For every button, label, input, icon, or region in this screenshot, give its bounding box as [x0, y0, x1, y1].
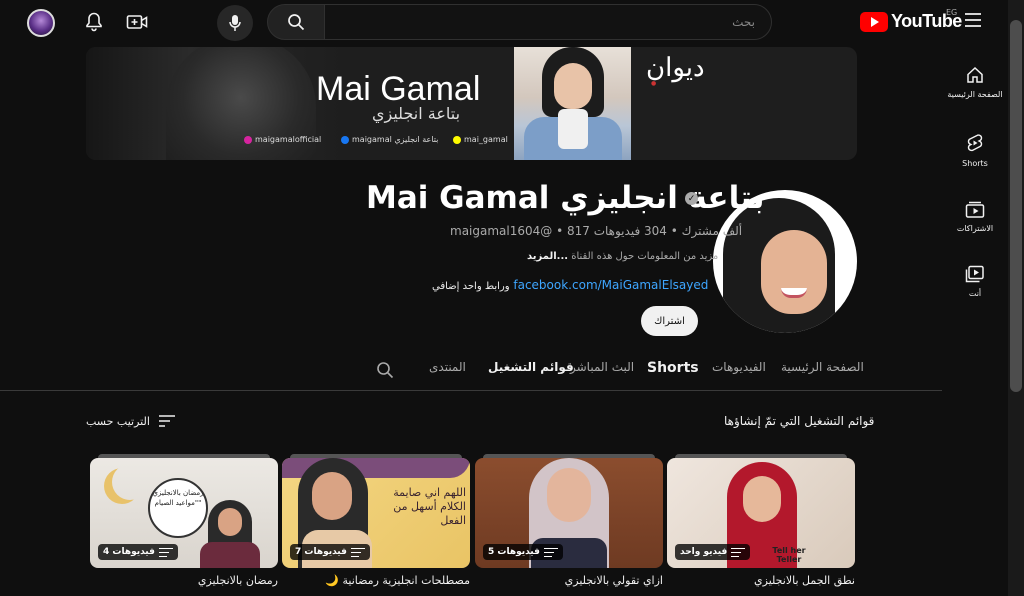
sidebar-item-label: الاشتراكات	[956, 224, 994, 233]
playlist-count-badge: 5 فيديوهات	[483, 544, 563, 560]
channel-description[interactable]: مزيد من المعلومات حول هذه القناة ...المز…	[527, 251, 718, 262]
sort-icon	[158, 415, 175, 427]
tab-home[interactable]: الصفحة الرئيسية	[781, 360, 864, 374]
description-text: مزيد من المعلومات حول هذه القناة	[571, 251, 719, 262]
banner-photo	[514, 47, 631, 160]
sidebar-item-shorts[interactable]: Shorts	[944, 133, 1006, 168]
notifications-bell-icon[interactable]	[78, 6, 110, 38]
you-icon	[965, 265, 984, 283]
more-links-text[interactable]: ورابط واحد إضافي	[432, 281, 510, 292]
diwan-logo-mark: ●	[651, 80, 657, 87]
scrollbar-thumb[interactable]	[1010, 20, 1022, 392]
search-button[interactable]	[267, 4, 325, 40]
sort-button[interactable]: الترتيب حسب	[86, 414, 176, 428]
channel-name: Mai Gamal بتاعة انجليزي	[366, 180, 765, 216]
tab-live[interactable]: البث المباشر	[570, 360, 634, 374]
sidebar-item-label: Shorts	[962, 159, 988, 168]
create-video-icon[interactable]	[121, 6, 153, 38]
tab-playlists[interactable]: قوائم التشغيل	[488, 360, 574, 374]
banner-social-facebook: maigamal بتاعة انجليزي	[341, 135, 438, 144]
playlist-card[interactable]: Tell her Teller فيديو واحد نطق الجمل بال…	[667, 454, 855, 587]
search-icon	[288, 14, 305, 31]
playlist-title[interactable]: نطق الجمل بالانجليزي	[667, 574, 855, 587]
country-code: EG	[946, 8, 958, 17]
banner-social-snapchat: mai_gamal	[453, 135, 508, 144]
playlist-title[interactable]: ازاي تقولي بالانجليزي	[475, 574, 663, 587]
channel-link-url[interactable]: facebook.com/MaiGamalElsayed	[513, 278, 708, 292]
sidebar-item-label: أنت	[968, 289, 982, 298]
sidebar-item-label: الصفحة الرئيسية	[947, 90, 1003, 99]
channel-links[interactable]: ورابط واحد إضافي facebook.com/MaiGamalEl…	[432, 278, 708, 292]
section-title: قوائم التشغيل التي تمّ إنشاؤها	[724, 414, 875, 428]
playlist-count-badge: 4 فيديوهات	[98, 544, 178, 560]
voice-search-button[interactable]	[217, 5, 253, 41]
playlist-card[interactable]: رمضان بالانجليزي "مواعيد الصيام" 4 فيديو…	[90, 454, 278, 587]
channel-meta: maigamal1604@ • 817 ألف مشترك • 304 فيدي…	[450, 224, 743, 238]
banner-subtitle: بتاعة انجليزي	[372, 104, 461, 123]
subscriptions-icon	[965, 201, 985, 218]
playlist-title[interactable]: 🌙 مصطلحات انجليزية رمضانية	[282, 574, 470, 587]
playlist-icon	[543, 547, 558, 557]
instagram-icon	[244, 135, 252, 144]
tab-videos[interactable]: الفيديوهات	[712, 360, 766, 374]
description-more-link[interactable]: ...المزيد	[527, 251, 568, 262]
playlist-count-badge: 7 فيديوهات	[290, 544, 370, 560]
banner-social-instagram: maigamalofficial	[244, 135, 321, 144]
sidebar-item-you[interactable]: أنت	[944, 265, 1006, 298]
channel-search-icon[interactable]	[376, 361, 394, 383]
tab-shorts[interactable]: Shorts	[647, 360, 699, 376]
social-handle: maigamalofficial	[255, 135, 322, 144]
playlist-card[interactable]: 5 فيديوهات ازاي تقولي بالانجليزي	[475, 454, 663, 587]
home-icon	[967, 66, 983, 83]
playlist-icon	[350, 547, 365, 557]
diwan-logo: ديوان	[646, 53, 705, 83]
thumbnail-caption: Tell her Teller	[772, 546, 806, 564]
menu-icon[interactable]	[963, 12, 985, 32]
playlist-thumbnail[interactable]: 5 فيديوهات	[475, 458, 663, 568]
tabs-divider	[0, 390, 942, 391]
playlist-thumbnail[interactable]: اللهم اني صايمة الكلام أسهل من الفعل 7 ف…	[282, 458, 470, 568]
shorts-icon	[967, 134, 983, 152]
playlist-icon	[158, 547, 173, 557]
account-avatar[interactable]	[27, 9, 55, 37]
playlist-icon	[731, 547, 746, 557]
search-input[interactable]: بحث	[324, 4, 772, 40]
playlist-thumbnail[interactable]: Tell her Teller فيديو واحد	[667, 458, 855, 568]
social-handle: maigamal بتاعة انجليزي	[352, 135, 439, 144]
youtube-play-icon	[860, 11, 888, 32]
microphone-icon	[229, 15, 241, 31]
thumbnail-caption: اللهم اني صايمة الكلام أسهل من الفعل	[393, 486, 466, 527]
tab-community[interactable]: المنتدى	[429, 360, 466, 374]
social-handle: mai_gamal	[464, 135, 508, 144]
playlist-count-badge: فيديو واحد	[675, 544, 751, 560]
playlist-title[interactable]: رمضان بالانجليزي	[90, 574, 278, 587]
sort-label: الترتيب حسب	[86, 414, 150, 428]
sidebar-item-home[interactable]: الصفحة الرئيسية	[944, 66, 1006, 99]
snapchat-icon	[453, 135, 461, 144]
verified-check-icon: ✓	[685, 192, 698, 205]
thumbnail-caption: رمضان بالانجليزي "مواعيد الصيام"	[152, 489, 204, 507]
sidebar-item-subscriptions[interactable]: الاشتراكات	[944, 200, 1006, 233]
playlist-card[interactable]: اللهم اني صايمة الكلام أسهل من الفعل 7 ف…	[282, 454, 470, 587]
playlist-thumbnail[interactable]: رمضان بالانجليزي "مواعيد الصيام" 4 فيديو…	[90, 458, 278, 568]
facebook-icon	[341, 135, 349, 144]
subscribe-button[interactable]: اشتراك	[641, 306, 698, 336]
